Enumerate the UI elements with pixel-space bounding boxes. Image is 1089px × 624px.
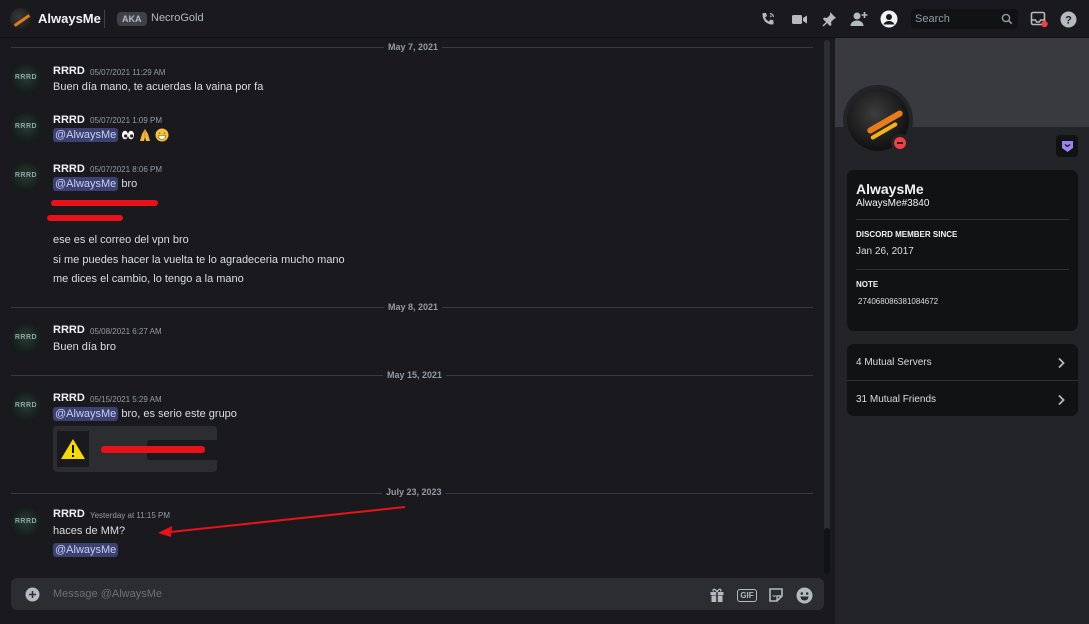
note-heading: NOTE <box>856 280 879 289</box>
profile-separator <box>856 269 1069 270</box>
search-icon[interactable] <box>1001 12 1013 30</box>
mutual-friends-row[interactable]: 31 Mutual Friends <box>847 381 1078 417</box>
chat-area[interactable]: May 7, 2021 RRRD RRRD 05/07/2021 11:29 A… <box>0 38 834 624</box>
note-text[interactable]: 274068086381084672 <box>858 297 938 306</box>
gift-icon[interactable] <box>708 586 726 604</box>
message-text: Buen día bro <box>53 341 116 353</box>
message-avatar[interactable]: RRRD <box>11 64 41 94</box>
date-divider-label: May 15, 2021 <box>383 370 447 380</box>
message-avatar[interactable]: RRRD <box>11 113 41 143</box>
chevron-right-icon <box>1056 393 1066 411</box>
aka-nickname: NecroGold <box>151 12 204 24</box>
message-composer: GIF <box>11 578 824 610</box>
add-attachment-icon[interactable] <box>25 587 40 607</box>
scrollbar-thumb[interactable] <box>824 528 830 574</box>
message-avatar[interactable]: RRRD <box>11 508 41 538</box>
date-divider-label: July 23, 2023 <box>382 487 446 497</box>
message-author[interactable]: RRRD <box>53 114 85 126</box>
message-text: si me puedes hacer la vuelta te lo agrad… <box>53 254 345 266</box>
profile-tag: AlwaysMe#3840 <box>856 198 930 209</box>
gif-icon[interactable]: GIF <box>737 586 757 604</box>
message-text: @AlwaysMe <box>53 543 119 557</box>
message-avatar[interactable]: RRRD <box>11 392 41 422</box>
date-divider-label: May 8, 2021 <box>384 302 443 312</box>
message-timestamp: Yesterday at 11:15 PM <box>90 511 171 520</box>
sticker-icon[interactable] <box>767 586 785 604</box>
date-divider-label: May 7, 2021 <box>384 42 443 52</box>
eyes-emoji <box>122 130 135 140</box>
pin-icon[interactable] <box>820 10 838 28</box>
message-timestamp: 05/15/2021 5:29 AM <box>90 395 162 404</box>
redaction-mark <box>51 200 158 206</box>
profile-separator <box>856 219 1069 220</box>
message-author[interactable]: RRRD <box>53 163 85 175</box>
member-since-heading: DISCORD MEMBER SINCE <box>856 230 958 239</box>
embed-thumbnail <box>57 431 89 467</box>
add-friend-icon[interactable] <box>850 10 868 28</box>
hypesquad-badge-icon[interactable] <box>1056 135 1078 157</box>
mutual-friends-label: 31 Mutual Friends <box>856 393 937 405</box>
message-author[interactable]: RRRD <box>53 392 85 404</box>
grin-emoji <box>155 128 169 142</box>
message-avatar[interactable]: RRRD <box>11 162 41 192</box>
help-icon[interactable]: ? <box>1059 10 1077 28</box>
inbox-icon[interactable] <box>1030 10 1048 28</box>
user-profile-icon[interactable] <box>880 10 898 28</box>
user-mention[interactable]: @AlwaysMe <box>53 407 119 421</box>
message-timestamp: 05/08/2021 6:27 AM <box>90 327 162 336</box>
aka-badge: AKA <box>117 12 147 26</box>
message-text: Buen día mano, te acuerdas la vaina por … <box>53 81 264 93</box>
message-author[interactable]: RRRD <box>53 508 85 520</box>
top-bar: AlwaysMe AKA NecroGold Search ? <box>0 0 1089 38</box>
mutuals-list: 4 Mutual Servers 31 Mutual Friends <box>847 344 1078 416</box>
video-call-icon[interactable] <box>790 10 808 28</box>
mutual-servers-label: 4 Mutual Servers <box>856 356 932 368</box>
warning-icon <box>61 439 85 459</box>
message-input[interactable] <box>53 578 693 610</box>
message-text: haces de MM? <box>53 525 126 537</box>
profile-panel: AlwaysMe AlwaysMe#3840 DISCORD MEMBER SI… <box>835 38 1089 624</box>
svg-text:?: ? <box>1065 14 1072 26</box>
search-placeholder: Search <box>915 13 950 25</box>
mutual-servers-row[interactable]: 4 Mutual Servers <box>847 344 1078 380</box>
redaction-mark <box>101 446 205 453</box>
user-mention[interactable]: @AlwaysMe <box>53 177 119 191</box>
message-timestamp: 05/07/2021 1:09 PM <box>90 116 163 125</box>
chevron-right-icon <box>1056 356 1066 374</box>
header-username[interactable]: AlwaysMe <box>38 11 101 26</box>
pray-emoji <box>140 129 151 141</box>
emoji-icon[interactable] <box>795 586 813 604</box>
search-box[interactable]: Search <box>911 9 1018 29</box>
message-timestamp: 05/07/2021 8:06 PM <box>90 165 163 174</box>
redaction-mark <box>47 215 123 221</box>
message-timestamp: 05/07/2021 11:29 AM <box>90 68 166 77</box>
message-avatar[interactable]: RRRD <box>11 324 41 354</box>
scrollbar-track[interactable] <box>824 40 830 574</box>
member-since-date: Jan 26, 2017 <box>856 246 914 257</box>
message-text: @AlwaysMe bro, es serio este grupo <box>53 407 237 421</box>
message-author[interactable]: RRRD <box>53 65 85 77</box>
header-divider <box>104 10 105 28</box>
message-author[interactable]: RRRD <box>53 324 85 336</box>
header-avatar[interactable] <box>10 8 32 30</box>
phone-call-icon[interactable] <box>759 10 777 28</box>
dnd-status-icon <box>891 134 909 152</box>
message-text: @AlwaysMe bro <box>53 177 138 191</box>
message-text: @AlwaysMe <box>53 127 169 142</box>
message-text: me dices el cambio, lo tengo a la mano <box>53 273 244 285</box>
user-mention[interactable]: @AlwaysMe <box>53 127 119 142</box>
profile-info-card: AlwaysMe AlwaysMe#3840 DISCORD MEMBER SI… <box>847 170 1078 331</box>
message-text: ese es el correo del vpn bro <box>53 234 189 246</box>
profile-display-name: AlwaysMe <box>856 181 924 197</box>
user-mention[interactable]: @AlwaysMe <box>53 543 119 557</box>
